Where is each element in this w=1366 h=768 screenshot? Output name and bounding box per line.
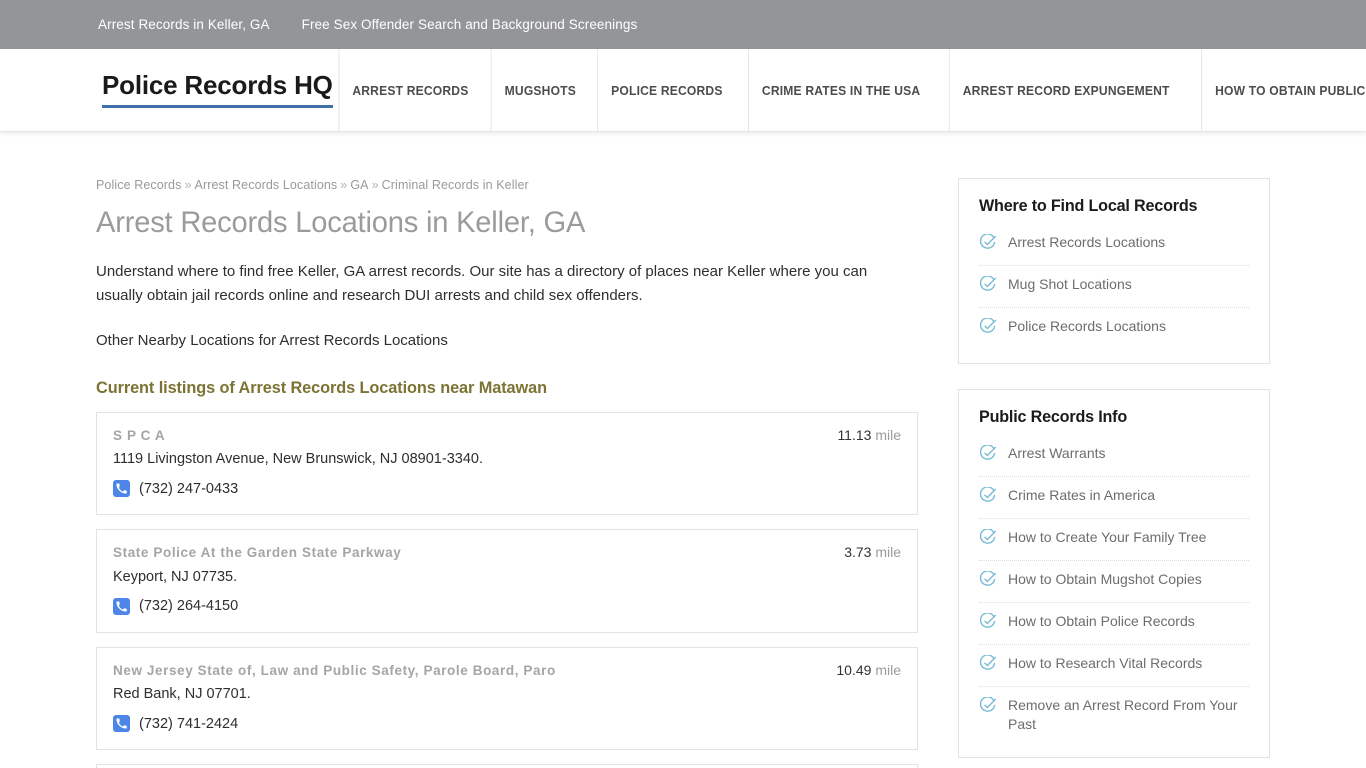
check-circle-icon xyxy=(979,570,996,593)
list-item-label[interactable]: Mug Shot Locations xyxy=(1008,275,1132,294)
list-item-label[interactable]: Arrest Warrants xyxy=(1008,444,1106,463)
check-circle-icon xyxy=(979,528,996,551)
widget-list: Arrest Warrants Crime Rates in America H… xyxy=(979,435,1249,743)
nav-item-arrest-records[interactable]: ARREST RECORDS xyxy=(338,49,481,131)
listing-distance: 10.49 mile xyxy=(818,662,901,678)
check-circle-icon xyxy=(979,233,996,256)
listing-card-header: State Police At the Garden State Parkway… xyxy=(113,544,901,562)
listing-phone-row[interactable]: (732) 264-4150 xyxy=(113,597,901,615)
site-header: Police Records HQ ARREST RECORDS MUGSHOT… xyxy=(0,49,1366,132)
breadcrumb-item-arrest-records-locations[interactable]: Arrest Records Locations xyxy=(195,178,338,192)
listing-address: Keyport, NJ 07735. xyxy=(113,568,238,585)
widget-public-records-info: Public Records Info Arrest Warrants Crim… xyxy=(958,389,1270,758)
phone-icon xyxy=(113,597,130,615)
intro-paragraph: Understand where to find free Keller, GA… xyxy=(96,262,868,304)
topbar-link-sex-offender-search[interactable]: Free Sex Offender Search and Background … xyxy=(302,17,638,32)
listing-address: Red Bank, NJ 07701. xyxy=(113,686,251,703)
main-navigation: ARREST RECORDS MUGSHOTS POLICE RECORDS C… xyxy=(333,49,1366,131)
check-circle-icon xyxy=(979,275,996,298)
list-item[interactable]: Mug Shot Locations xyxy=(979,266,1249,308)
check-circle-icon xyxy=(979,317,996,340)
listing-distance-value: 10.49 xyxy=(836,661,872,678)
list-item-label[interactable]: Crime Rates in America xyxy=(1008,486,1155,505)
list-item[interactable]: How to Research Vital Records xyxy=(979,645,1249,687)
listing-distance-value: 11.13 xyxy=(837,426,872,443)
nav-item-mugshots[interactable]: MUGSHOTS xyxy=(490,49,588,131)
listing-name[interactable]: S P C A xyxy=(113,427,165,445)
listing-card[interactable]: New Jersey State of, Law and Public Safe… xyxy=(96,764,918,768)
breadcrumb-item-current: Criminal Records in Keller xyxy=(381,178,529,192)
sidebar: Where to Find Local Records Arrest Recor… xyxy=(958,132,1270,768)
topbar-link-arrest-records[interactable]: Arrest Records in Keller, GA xyxy=(98,17,270,32)
list-item-label[interactable]: How to Obtain Mugshot Copies xyxy=(1008,570,1202,589)
listing-distance-value: 3.73 xyxy=(844,544,872,561)
check-circle-icon xyxy=(979,486,996,509)
breadcrumb-separator: » xyxy=(371,178,379,192)
listing-card-header: S P C A 11.13 mile xyxy=(113,427,901,445)
phone-icon xyxy=(113,715,130,733)
nav-item-arrest-record-expungement[interactable]: ARREST RECORD EXPUNGEMENT xyxy=(949,49,1183,131)
widget-title: Where to Find Local Records xyxy=(979,196,1198,215)
list-item[interactable]: How to Create Your Family Tree xyxy=(979,519,1249,561)
list-item-label[interactable]: How to Create Your Family Tree xyxy=(1008,528,1206,547)
listing-phone-row[interactable]: (732) 741-2424 xyxy=(113,715,901,733)
listing-phone-row[interactable]: (732) 247-0433 xyxy=(113,480,901,498)
nav-item-how-to-obtain-public-records[interactable]: HOW TO OBTAIN PUBLIC RECORDS xyxy=(1200,49,1366,131)
list-item[interactable]: Crime Rates in America xyxy=(979,477,1249,519)
listings-container: S P C A 11.13 mile 1119 Livingston Avenu… xyxy=(96,411,918,768)
listing-phone-number[interactable]: (732) 264-4150 xyxy=(139,598,238,614)
phone-icon xyxy=(113,480,130,498)
breadcrumb: Police Records» Arrest Records Locations»… xyxy=(96,178,918,192)
list-item-label[interactable]: Police Records Locations xyxy=(1008,317,1166,336)
nearby-locations-note: Other Nearby Locations for Arrest Record… xyxy=(96,332,448,350)
check-circle-icon xyxy=(979,444,996,467)
site-logo[interactable]: Police Records HQ xyxy=(102,72,333,108)
listing-distance-unit: mile xyxy=(875,426,901,443)
check-circle-icon xyxy=(979,696,996,719)
widget-title: Public Records Info xyxy=(979,407,1128,426)
breadcrumb-separator: » xyxy=(340,178,348,192)
list-item[interactable]: Arrest Records Locations xyxy=(979,224,1249,266)
listings-heading: Current listings of Arrest Records Locat… xyxy=(96,377,547,397)
page-title: Arrest Records Locations in Keller, GA xyxy=(96,206,586,239)
widget-where-to-find-local-records: Where to Find Local Records Arrest Recor… xyxy=(958,178,1270,364)
listing-card[interactable]: State Police At the Garden State Parkway… xyxy=(96,529,918,633)
list-item[interactable]: Remove an Arrest Record From Your Past xyxy=(979,687,1249,743)
listing-name[interactable]: State Police At the Garden State Parkway xyxy=(113,544,401,562)
nav-item-police-records[interactable]: POLICE RECORDS xyxy=(597,49,735,131)
listing-name[interactable]: New Jersey State of, Law and Public Safe… xyxy=(113,662,556,680)
check-circle-icon xyxy=(979,612,996,635)
list-item-label[interactable]: Remove an Arrest Record From Your Past xyxy=(1008,696,1249,734)
listing-card[interactable]: New Jersey State of, Law and Public Safe… xyxy=(96,646,918,751)
list-item[interactable]: Arrest Warrants xyxy=(979,435,1249,477)
listing-address: 1119 Livingston Avenue, New Brunswick, N… xyxy=(113,451,483,468)
breadcrumb-separator: » xyxy=(184,178,192,192)
listing-card-header: New Jersey State of, Law and Public Safe… xyxy=(113,662,901,680)
breadcrumb-item-police-records[interactable]: Police Records xyxy=(96,178,181,192)
breadcrumb-item-ga[interactable]: GA xyxy=(350,178,368,192)
list-item[interactable]: Police Records Locations xyxy=(979,308,1249,349)
check-circle-icon xyxy=(979,654,996,677)
listing-distance: 3.73 mile xyxy=(826,544,901,560)
brand-container: Police Records HQ xyxy=(0,49,333,131)
listing-phone-number[interactable]: (732) 741-2424 xyxy=(139,716,238,732)
list-item-label[interactable]: How to Research Vital Records xyxy=(1008,654,1202,673)
listing-distance-unit: mile xyxy=(875,544,901,561)
listing-distance: 11.13 mile xyxy=(819,427,901,443)
widget-list: Arrest Records Locations Mug Shot Locati… xyxy=(979,224,1249,349)
listing-card[interactable]: S P C A 11.13 mile 1119 Livingston Avenu… xyxy=(96,411,918,516)
list-item-label[interactable]: How to Obtain Police Records xyxy=(1008,612,1195,631)
listing-phone-number[interactable]: (732) 247-0433 xyxy=(139,481,238,497)
list-item-label[interactable]: Arrest Records Locations xyxy=(1008,233,1165,252)
main-content-column: Police Records» Arrest Records Locations»… xyxy=(96,132,918,768)
top-utility-bar: Arrest Records in Keller, GA Free Sex Of… xyxy=(0,0,1366,49)
list-item[interactable]: How to Obtain Police Records xyxy=(979,603,1249,645)
nav-item-crime-rates-usa[interactable]: CRIME RATES IN THE USA xyxy=(748,49,933,131)
page-body: Police Records» Arrest Records Locations»… xyxy=(0,132,1366,768)
list-item[interactable]: How to Obtain Mugshot Copies xyxy=(979,561,1249,603)
listing-distance-unit: mile xyxy=(875,661,901,678)
